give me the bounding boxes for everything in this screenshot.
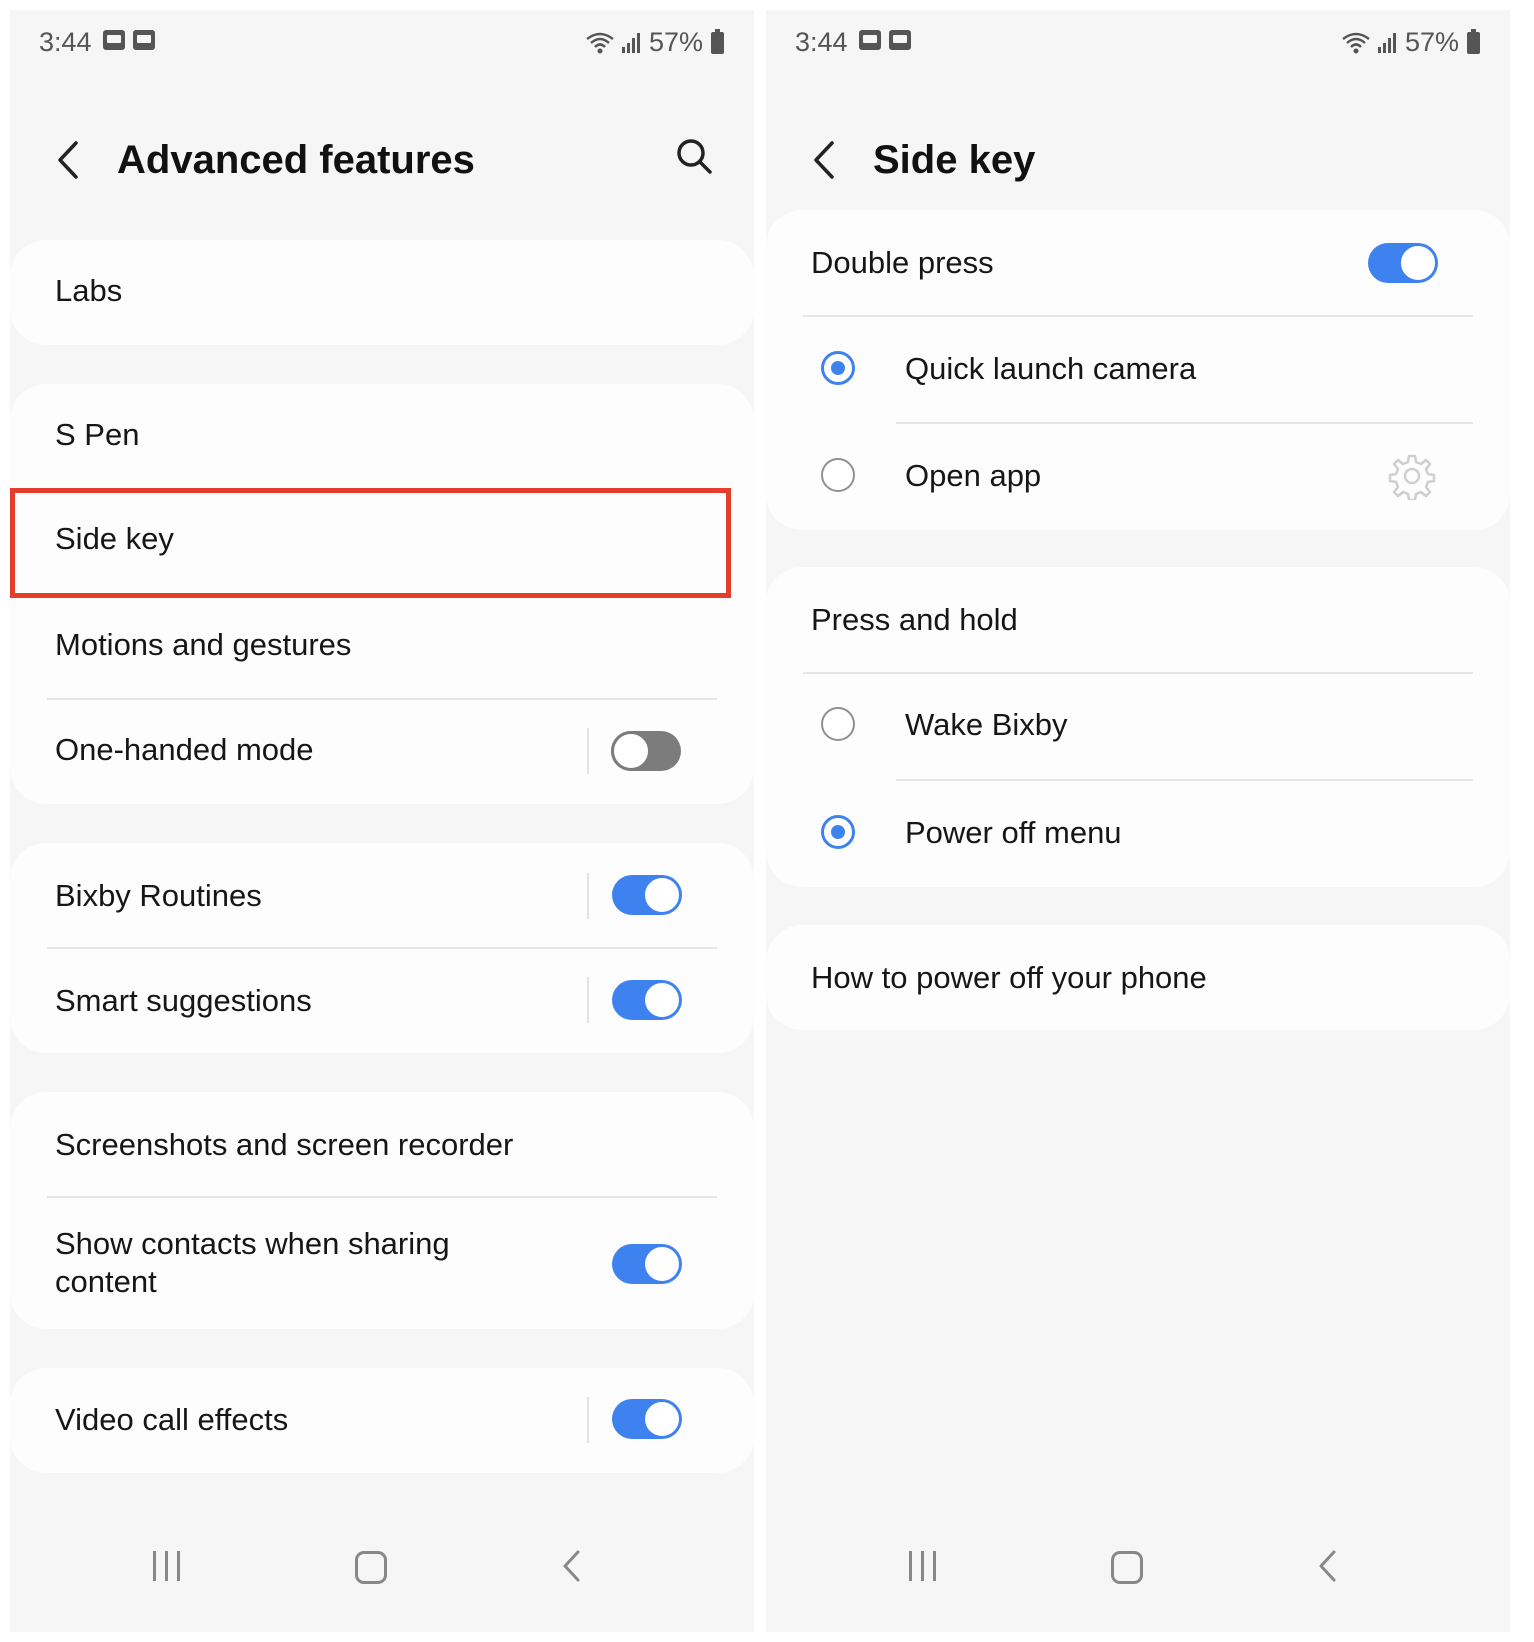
page-header: Advanced features [10, 120, 754, 200]
gallery-icon [859, 30, 881, 50]
search-icon[interactable] [674, 136, 714, 176]
open-app-option[interactable]: Open app [766, 424, 1510, 530]
sharing-card: Screenshots and screen recorder Show con… [10, 1092, 754, 1329]
signal-icon [621, 32, 640, 53]
battery-percent: 57% [1404, 27, 1459, 57]
video-call-effects-label: Video call effects [55, 1402, 289, 1437]
power-off-menu-option[interactable]: Power off menu [766, 781, 1510, 887]
nav-recents-icon[interactable] [153, 1551, 180, 1581]
navigation-bar [766, 1522, 1510, 1632]
battery-percent: 57% [648, 27, 703, 57]
nav-recents-icon[interactable] [909, 1551, 936, 1581]
side-key-highlight [10, 488, 731, 598]
s-pen-label: S Pen [55, 417, 140, 452]
navigation-bar [10, 1522, 754, 1632]
s-pen-item[interactable]: S Pen [10, 384, 754, 489]
signal-icon [1377, 32, 1396, 53]
press-and-hold-header: Press and hold [766, 567, 1510, 672]
nav-home-icon[interactable] [355, 1551, 387, 1584]
notification-icons [103, 30, 155, 50]
double-press-item[interactable]: Double press [766, 210, 1510, 315]
show-contacts-label-line2: content [55, 1264, 157, 1299]
open-app-radio[interactable] [821, 458, 855, 492]
screenshots-recorder-item[interactable]: Screenshots and screen recorder [10, 1092, 754, 1197]
bixby-card: Bixby Routines Smart suggestions [10, 843, 754, 1053]
smart-suggestions-toggle[interactable] [612, 980, 682, 1020]
power-off-menu-radio[interactable] [821, 815, 855, 849]
help-card: How to power off your phone [766, 925, 1510, 1030]
video-call-effects-toggle[interactable] [612, 1399, 682, 1439]
bixby-routines-toggle[interactable] [612, 875, 682, 915]
status-bar: 3:44 57% [766, 10, 1510, 72]
show-contacts-label-line1: Show contacts when sharing [55, 1226, 450, 1261]
quick-launch-camera-option[interactable]: Quick launch camera [766, 317, 1510, 422]
nav-back-icon[interactable] [560, 1548, 584, 1584]
quick-launch-camera-radio[interactable] [821, 351, 855, 385]
notification-icons [859, 30, 911, 50]
motions-gestures-label: Motions and gestures [55, 627, 352, 662]
how-to-power-off-label: How to power off your phone [811, 960, 1207, 995]
wake-bixby-option[interactable]: Wake Bixby [766, 674, 1510, 779]
status-time: 3:44 [795, 27, 848, 57]
labs-item[interactable]: Labs [10, 240, 754, 345]
advanced-features-screen: 3:44 57% Advanced features Labs S Pen Si… [10, 10, 754, 1632]
vertical-divider [587, 1397, 589, 1443]
screenshots-recorder-label: Screenshots and screen recorder [55, 1127, 514, 1162]
motions-gestures-item[interactable]: Motions and gestures [10, 594, 754, 699]
page-title: Advanced features [117, 138, 475, 182]
status-bar: 3:44 57% [10, 10, 754, 72]
video-call-card: Video call effects [10, 1368, 754, 1473]
wake-bixby-radio[interactable] [821, 707, 855, 741]
power-off-menu-label: Power off menu [905, 815, 1122, 850]
labs-card: Labs [10, 240, 754, 345]
one-handed-mode-item[interactable]: One-handed mode [10, 700, 754, 804]
vertical-divider [587, 873, 589, 919]
gallery-icon [889, 30, 911, 50]
vertical-divider [587, 977, 589, 1023]
wifi-icon [586, 32, 614, 53]
page-header: Side key [766, 120, 1510, 200]
quick-launch-camera-label: Quick launch camera [905, 351, 1197, 386]
nav-home-icon[interactable] [1111, 1551, 1143, 1584]
show-contacts-toggle[interactable] [612, 1244, 682, 1284]
bixby-routines-label: Bixby Routines [55, 878, 262, 913]
nav-back-icon[interactable] [1316, 1548, 1340, 1584]
smart-suggestions-label: Smart suggestions [55, 983, 312, 1018]
back-icon[interactable] [54, 140, 82, 180]
vertical-divider [587, 728, 589, 774]
one-handed-mode-toggle[interactable] [611, 731, 681, 771]
bixby-routines-item[interactable]: Bixby Routines [10, 843, 754, 948]
wifi-icon [1342, 32, 1370, 53]
how-to-power-off-link[interactable]: How to power off your phone [766, 925, 1510, 1030]
status-time: 3:44 [39, 27, 92, 57]
show-contacts-item[interactable]: Show contacts when sharing content [10, 1198, 754, 1329]
battery-icon [1467, 28, 1480, 54]
gallery-icon [103, 30, 125, 50]
back-icon[interactable] [810, 140, 838, 180]
side-key-screen: 3:44 57% Side key Double press Quick lau… [766, 10, 1510, 1632]
double-press-toggle[interactable] [1368, 243, 1438, 283]
video-call-effects-item[interactable]: Video call effects [10, 1368, 754, 1473]
double-press-label: Double press [811, 245, 994, 280]
gear-icon[interactable] [1388, 452, 1436, 500]
battery-icon [711, 28, 724, 54]
page-title: Side key [873, 138, 1036, 182]
open-app-label: Open app [905, 458, 1042, 493]
labs-label: Labs [55, 273, 123, 308]
press-and-hold-label: Press and hold [811, 602, 1018, 637]
smart-suggestions-item[interactable]: Smart suggestions [10, 949, 754, 1053]
wake-bixby-label: Wake Bixby [905, 707, 1068, 742]
double-press-card: Double press Quick launch camera Open ap… [766, 210, 1510, 530]
press-and-hold-card: Press and hold Wake Bixby Power off menu [766, 567, 1510, 887]
one-handed-mode-label: One-handed mode [55, 732, 314, 767]
gallery-icon [133, 30, 155, 50]
